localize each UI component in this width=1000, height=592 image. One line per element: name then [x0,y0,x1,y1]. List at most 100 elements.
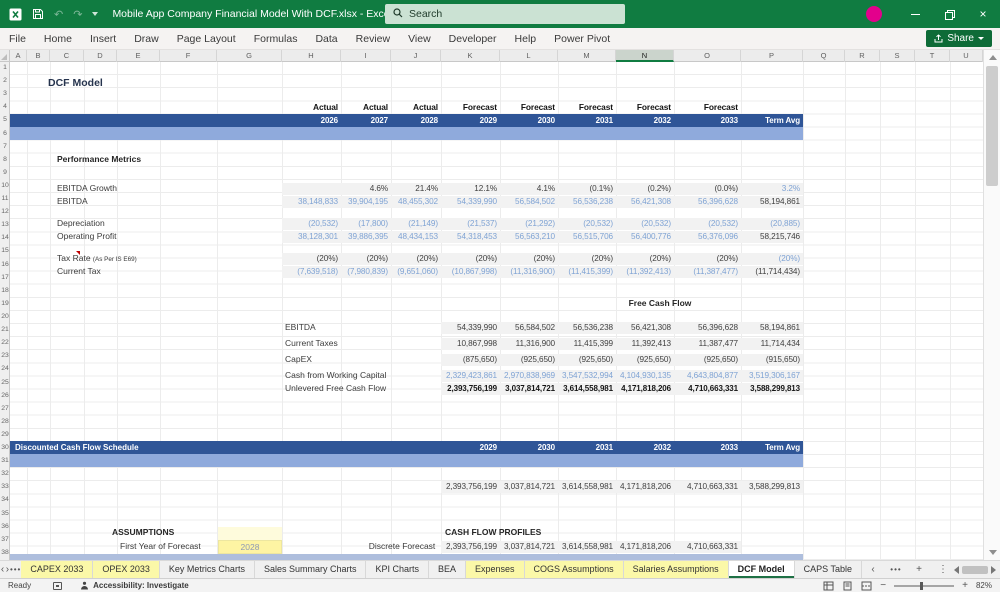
cell[interactable]: 3,614,558,981 [558,541,616,553]
cell[interactable]: 56,376,096 [674,231,741,243]
cell[interactable]: 39,904,195 [341,196,391,208]
cell[interactable]: 4,710,663,331 [674,481,741,493]
cell[interactable]: 2033 [674,115,741,127]
horizontal-scrollbar-thumb[interactable] [962,566,988,574]
row-header-9[interactable]: 9 [0,169,10,176]
scroll-down-icon[interactable] [989,550,997,555]
row-header-28[interactable]: 28 [0,418,10,425]
cell[interactable]: 56,584,502 [500,196,558,208]
search-input[interactable]: Search [385,4,625,24]
row-header-25[interactable]: 25 [0,379,10,386]
cell[interactable]: (20%) [282,253,341,265]
cell[interactable]: Actual [391,101,441,113]
cell[interactable]: 3,588,299,813 [741,383,803,395]
sheet-title-cell[interactable]: DCF Model [48,77,103,89]
assumptions-header[interactable]: ASSUMPTIONS [112,527,174,537]
cell[interactable]: Term Avg [741,115,803,127]
cell[interactable]: 2027 [341,115,391,127]
row-label-capex[interactable]: CapEX [285,354,312,364]
cash-flow-profiles-header[interactable]: CASH FLOW PROFILES [445,527,541,537]
cell[interactable]: Actual [282,101,341,113]
cell[interactable]: (20%) [341,253,391,265]
column-header-o[interactable]: O [674,50,741,62]
first-year-forecast-input[interactable]: 2028 [218,540,282,554]
cell[interactable]: (11,387,477) [674,266,741,278]
column-header-r[interactable]: R [845,50,880,62]
cell[interactable]: 11,392,413 [616,338,674,350]
row-header-1[interactable]: 1 [0,64,10,71]
row-header-23[interactable]: 23 [0,352,10,359]
tab-review[interactable]: Review [347,28,399,50]
cell[interactable]: 2032 [616,115,674,127]
horizontal-scrollbar[interactable] [954,561,1000,578]
column-header-i[interactable]: I [341,50,391,62]
row-header-10[interactable]: 10 [0,182,10,189]
sheet-tab-expenses[interactable]: Expenses [466,561,525,578]
cell[interactable]: Forecast [441,101,500,113]
row-header-17[interactable]: 17 [0,274,10,281]
cell[interactable]: 2030 [500,115,558,127]
zoom-in-icon[interactable]: + [962,581,968,591]
row-header-21[interactable]: 21 [0,326,10,333]
cell[interactable]: (17,800) [341,218,391,230]
cell[interactable]: 3.2% [741,183,803,195]
tab-scroll-left-2-icon[interactable]: ‹ [862,561,884,578]
column-header-g[interactable]: G [217,50,282,62]
cell[interactable]: (20%) [674,253,741,265]
row-header-20[interactable]: 20 [0,313,10,320]
cell[interactable]: (20,532) [282,218,341,230]
cell[interactable]: 3,614,558,981 [558,383,616,395]
cell[interactable]: (11,392,413) [616,266,674,278]
cell[interactable]: (925,650) [616,354,674,366]
row-header-15[interactable]: 15 [0,247,10,254]
row-header-14[interactable]: 14 [0,234,10,241]
row-header-27[interactable]: 27 [0,405,10,412]
row-header-11[interactable]: 11 [0,195,10,202]
cell[interactable]: (915,650) [741,354,803,366]
cell[interactable]: 4,171,818,206 [616,541,674,553]
normal-view-icon[interactable] [823,581,834,591]
user-avatar[interactable] [866,6,882,22]
redo-icon[interactable]: ↷ [73,8,82,21]
column-header-j[interactable]: J [391,50,441,62]
zoom-level[interactable]: 82% [976,581,992,590]
cell[interactable]: 56,563,210 [500,231,558,243]
row-header-22[interactable]: 22 [0,339,10,346]
cell[interactable]: 58,194,861 [741,322,803,334]
cell[interactable]: 38,148,833 [282,196,341,208]
cell[interactable]: (0.1%) [558,183,616,195]
cell[interactable]: 2029 [441,442,500,454]
column-header-q[interactable]: Q [803,50,845,62]
close-button[interactable]: × [966,0,1000,28]
sheet-tab-key-metrics-charts[interactable]: Key Metrics Charts [160,561,255,578]
cell[interactable]: 2,393,756,199 [441,541,500,553]
cell[interactable]: 48,434,153 [391,231,441,243]
accessibility-status[interactable]: Accessibility: Investigate [80,581,189,590]
tab-insert[interactable]: Insert [81,28,125,50]
customize-qat-icon[interactable] [92,12,98,16]
row-header-5[interactable]: 5 [0,116,10,123]
cell[interactable]: 2033 [674,442,741,454]
performance-metrics-header[interactable]: Performance Metrics [57,154,141,164]
cell[interactable]: 38,128,301 [282,231,341,243]
cell[interactable]: 3,519,306,167 [741,370,803,382]
cell[interactable]: (20%) [741,253,803,265]
cell[interactable]: 58,194,861 [741,196,803,208]
row-label-current-tax[interactable]: Current Tax [57,266,101,276]
share-button[interactable]: Share [926,30,992,47]
row-header-16[interactable]: 16 [0,261,10,268]
row-header-24[interactable]: 24 [0,365,10,372]
sheet-tab-opex-2033[interactable]: OPEX 2033 [93,561,160,578]
cell[interactable]: (7,639,518) [282,266,341,278]
undo-icon[interactable]: ↶ [54,8,63,21]
cell[interactable]: (21,292) [500,218,558,230]
cell[interactable]: (20%) [391,253,441,265]
cell[interactable]: 58,215,746 [741,231,803,243]
tab-list-more-icon[interactable]: ••• [10,561,21,578]
page-layout-view-icon[interactable] [842,581,853,591]
sheet-tab-cogs-assumptions[interactable]: COGS Assumptions [525,561,624,578]
cell[interactable]: 11,415,399 [558,338,616,350]
row-label-fcf-ebitda[interactable]: EBITDA [285,322,316,332]
column-header-f[interactable]: F [160,50,217,62]
cell[interactable]: 56,396,628 [674,196,741,208]
